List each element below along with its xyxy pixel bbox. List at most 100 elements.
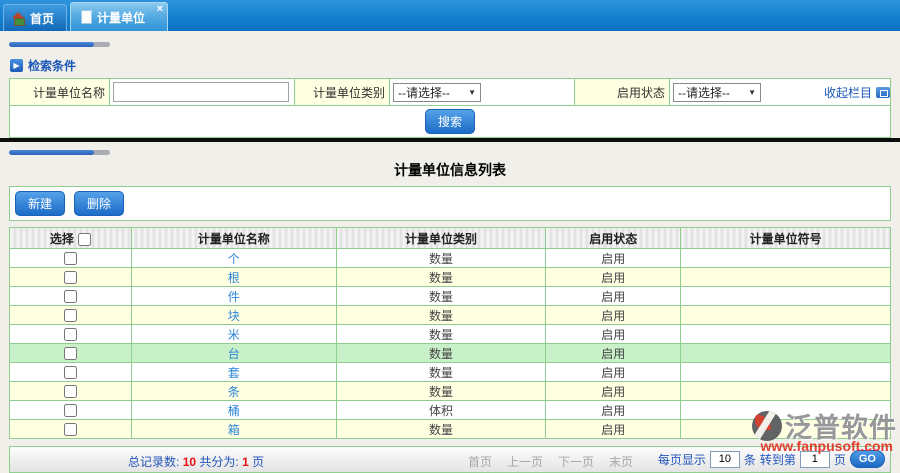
new-button[interactable]: 新建: [15, 191, 66, 216]
table-row: 条 数量 启用: [9, 381, 891, 401]
section-divider: [0, 138, 900, 142]
row-checkbox[interactable]: [63, 423, 77, 437]
chevron-down-icon: ▼: [468, 87, 476, 97]
toolbar: 新建 删除: [9, 186, 891, 221]
per-page-unit: 条: [743, 452, 756, 467]
total-pages: 1: [242, 455, 249, 469]
column-header: 启用状态: [545, 227, 682, 249]
unit-symbol-cell: [680, 400, 891, 420]
table-row: 根 数量 启用: [9, 267, 891, 287]
status-select-value: --请选择--: [678, 85, 730, 100]
goto-unit: 页: [833, 452, 846, 467]
unit-symbol-cell: [680, 267, 891, 287]
column-header: 选择: [9, 227, 132, 249]
search-button[interactable]: 搜索: [424, 109, 475, 134]
total-records: 10: [182, 455, 197, 469]
unit-category-cell: 数量: [335, 286, 547, 306]
row-checkbox[interactable]: [63, 252, 77, 266]
unit-status-cell: 启用: [545, 381, 682, 401]
row-checkbox[interactable]: [63, 404, 77, 418]
column-header: 计量单位符号: [680, 227, 891, 249]
table-row: 米 数量 启用: [9, 324, 891, 344]
unit-category-cell: 数量: [335, 362, 547, 382]
per-page-input[interactable]: [709, 450, 740, 468]
select-all-checkbox[interactable]: [77, 232, 91, 246]
unit-category-cell: 体积: [335, 400, 547, 420]
collapse-icon: [876, 87, 890, 98]
unit-name-link[interactable]: 条: [228, 385, 240, 399]
table-row: 件 数量 启用: [9, 286, 891, 306]
unit-name-link[interactable]: 根: [228, 271, 240, 285]
unit-status-cell: 启用: [545, 324, 682, 344]
tab-home-label: 首页: [30, 11, 55, 26]
unit-symbol-cell: [680, 343, 891, 363]
unit-symbol-cell: [680, 286, 891, 306]
tab-measurement-unit-label: 计量单位: [97, 10, 146, 25]
unit-name-link[interactable]: 箱: [228, 423, 240, 437]
chevron-down-icon: ▼: [748, 87, 756, 97]
table-row: 箱 数量 启用: [9, 419, 891, 439]
unit-category-cell: 数量: [335, 343, 547, 363]
row-checkbox[interactable]: [63, 290, 77, 304]
table-row: 个 数量 启用: [9, 248, 891, 268]
unit-status-cell: 启用: [545, 343, 682, 363]
tab-measurement-unit[interactable]: 计量单位 ×: [70, 2, 169, 31]
unit-category-cell: 数量: [335, 324, 547, 344]
table-row: 台 数量 启用: [9, 343, 891, 363]
goto-page-input[interactable]: [799, 450, 830, 468]
table-row: 块 数量 启用: [9, 305, 891, 325]
row-checkbox[interactable]: [63, 385, 77, 399]
unit-symbol-cell: [680, 324, 891, 344]
status-select[interactable]: --请选择-- ▼: [673, 82, 761, 102]
close-icon[interactable]: ×: [157, 3, 163, 15]
delete-button[interactable]: 删除: [74, 191, 125, 216]
unit-symbol-cell: [680, 419, 891, 439]
unit-status-cell: 启用: [545, 305, 682, 325]
unit-category-label: 计量单位类别: [294, 78, 390, 106]
home-icon: [12, 12, 25, 26]
unit-name-link[interactable]: 套: [228, 366, 240, 380]
unit-symbol-cell: [680, 248, 891, 268]
content-area: 收起栏目 ▶ 检索条件 计量单位名称 计量单位类别 --请选择-- ▼ 启用状态…: [0, 42, 900, 473]
unit-name-link[interactable]: 个: [228, 252, 240, 266]
unit-category-cell: 数量: [335, 419, 547, 439]
unit-name-input[interactable]: [113, 82, 289, 102]
row-checkbox[interactable]: [63, 347, 77, 361]
arrow-right-icon: ▶: [10, 59, 23, 72]
row-checkbox[interactable]: [63, 271, 77, 285]
page-title: 计量单位信息列表: [394, 162, 506, 178]
tab-home[interactable]: 首页: [3, 4, 68, 31]
unit-category-cell: 数量: [335, 305, 547, 325]
goto-label: 转到第: [759, 452, 796, 467]
loading-bar-top: [9, 42, 110, 47]
unit-category-select[interactable]: --请选择-- ▼: [393, 82, 481, 102]
tab-bar: 首页 计量单位 ×: [0, 0, 900, 31]
pagination-bar: 总记录数: 10 共分为: 1 页 首页上一页下一页末页 每页显示 条 转到第 …: [9, 446, 891, 473]
unit-name-link[interactable]: 块: [228, 309, 240, 323]
search-section-header: ▶ 检索条件: [10, 57, 900, 74]
page-size-controls: 每页显示 条 转到第 页 GO: [658, 450, 885, 468]
unit-status-cell: 启用: [545, 362, 682, 382]
unit-category-cell: 数量: [335, 267, 547, 287]
table-row: 套 数量 启用: [9, 362, 891, 382]
unit-name-link[interactable]: 件: [228, 290, 240, 304]
unit-category-cell: 数量: [335, 248, 547, 268]
unit-name-link[interactable]: 桶: [228, 404, 240, 418]
loading-bar-list: [9, 150, 110, 155]
unit-name-label: 计量单位名称: [9, 78, 110, 106]
row-checkbox[interactable]: [63, 366, 77, 380]
row-checkbox[interactable]: [63, 309, 77, 323]
collapse-panel-link[interactable]: 收起栏目: [824, 84, 890, 101]
unit-status-cell: 启用: [545, 419, 682, 439]
unit-symbol-cell: [680, 381, 891, 401]
collapse-panel-label: 收起栏目: [823, 86, 872, 100]
unit-name-link[interactable]: 米: [228, 328, 240, 342]
per-page-label: 每页显示: [657, 452, 706, 467]
unit-category-cell: 数量: [335, 381, 547, 401]
unit-symbol-cell: [680, 305, 891, 325]
row-checkbox[interactable]: [63, 328, 77, 342]
document-icon: [81, 10, 93, 24]
unit-status-cell: 启用: [545, 286, 682, 306]
go-button[interactable]: GO: [849, 450, 885, 468]
unit-name-link[interactable]: 台: [228, 347, 240, 361]
